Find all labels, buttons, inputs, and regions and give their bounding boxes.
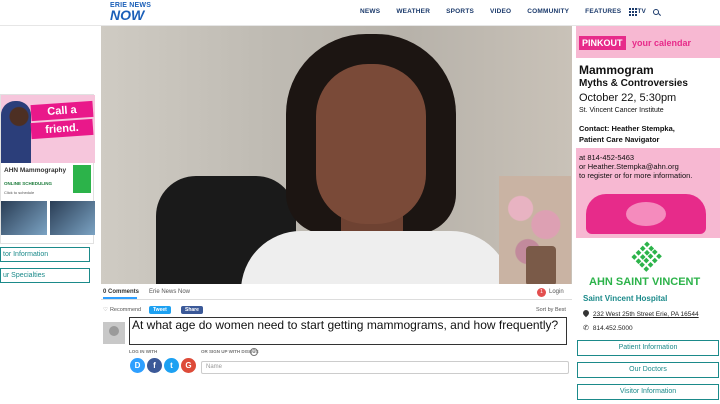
- register-phone: at 814-452-5463: [579, 153, 635, 162]
- ad-small-text: Click to schedule: [4, 190, 35, 195]
- avatar: [103, 322, 125, 344]
- twitter-login-icon[interactable]: t: [164, 358, 179, 373]
- left-specialties-button[interactable]: ur Specialties: [0, 268, 90, 283]
- site-header: ERIE NEWS NOW NEWS WEATHER SPORTS VIDEO …: [0, 0, 720, 26]
- pinkout-label: PINKOUT: [579, 36, 626, 50]
- map-pin-icon: [581, 308, 591, 318]
- hospital-address[interactable]: 232 West 25th Street Erie, PA 16544: [581, 308, 699, 318]
- speaker-coat: [241, 231, 511, 284]
- left-mammography-ad[interactable]: Call a friend. AHN Mammography ONLINE SC…: [0, 94, 95, 244]
- comment-input[interactable]: At what age do women need to start getti…: [129, 317, 567, 345]
- video-player[interactable]: [101, 26, 572, 284]
- share-button[interactable]: Share: [181, 306, 203, 314]
- hospital-brand: AHN SAINT VINCENT: [589, 276, 701, 288]
- comments-section: 0 Comments Erie News Now 1 Login ♡ Recomm…: [101, 286, 572, 404]
- sort-dropdown[interactable]: Sort by Best: [536, 307, 566, 313]
- hospital-phone[interactable]: ✆ 814.452.5000: [583, 324, 633, 332]
- hospital-name: Saint Vincent Hospital: [583, 294, 668, 303]
- ad-title: Mammogram: [579, 63, 654, 77]
- nav-sports[interactable]: SPORTS: [446, 8, 474, 15]
- ad-green-block: [73, 165, 91, 193]
- ahn-logo-icon: [631, 241, 662, 272]
- site-logo[interactable]: ERIE NEWS NOW: [110, 2, 151, 22]
- register-email: or Heather.Stempka@ahn.org: [579, 162, 679, 171]
- ad-scheduling: ONLINE SCHEDULING: [4, 181, 53, 186]
- nav-features[interactable]: FEATURES: [585, 8, 621, 15]
- ad-phone-images: [1, 201, 95, 235]
- comments-site-name[interactable]: Erie News Now: [149, 289, 190, 295]
- login-link[interactable]: Login: [549, 289, 564, 295]
- register-note: to register or for more information.: [579, 171, 693, 180]
- telephone-image: [586, 194, 706, 234]
- notification-badge[interactable]: 1: [537, 288, 546, 297]
- event-register-info: at 814-452-5463 or Heather.Stempka@ahn.o…: [579, 153, 692, 180]
- heart-icon: ♡: [103, 307, 108, 313]
- log-in-with-label: LOG IN WITH: [129, 349, 158, 354]
- nav-tv[interactable]: TV: [637, 8, 646, 15]
- google-login-icon[interactable]: G: [181, 358, 196, 373]
- ad-person-image: [1, 101, 31, 163]
- recommend-label: Recommend: [109, 307, 142, 313]
- recommend-button[interactable]: ♡ Recommend: [103, 307, 141, 313]
- visitor-information-button[interactable]: Visitor Information: [577, 384, 719, 400]
- address-text: 232 West 25th Street Erie, PA 16544: [593, 311, 699, 318]
- ad-brand: AHN Mammography: [4, 167, 67, 174]
- phone-icon: ✆: [583, 325, 589, 332]
- speaker-face: [316, 64, 426, 224]
- contact-line-1: Contact: Heather Stempka,: [579, 124, 675, 133]
- left-visitor-info-button[interactable]: tor Information: [0, 247, 90, 262]
- search-icon[interactable]: [653, 9, 659, 15]
- nav-community[interactable]: COMMUNITY: [527, 8, 569, 15]
- comment-count[interactable]: 0 Comments: [103, 289, 139, 295]
- logo-main-text: NOW: [110, 7, 145, 23]
- our-doctors-button[interactable]: Our Doctors: [577, 362, 719, 378]
- help-icon[interactable]: ?: [250, 348, 258, 356]
- disqus-login-icon[interactable]: D: [130, 358, 145, 373]
- facebook-login-icon[interactable]: f: [147, 358, 162, 373]
- calendar-label: your calendar: [632, 38, 692, 48]
- nav-video[interactable]: VIDEO: [490, 8, 511, 15]
- patient-information-button[interactable]: Patient Information: [577, 340, 719, 356]
- event-date: October 22, 5:30pm: [579, 92, 677, 104]
- ad-subtitle: Myths & Controversies: [579, 78, 688, 89]
- name-field[interactable]: Name: [201, 361, 569, 374]
- right-event-ad[interactable]: PINKOUT your calendar Mammogram Myths & …: [576, 26, 720, 238]
- nav-weather[interactable]: WEATHER: [396, 8, 430, 15]
- main-nav: NEWS WEATHER SPORTS VIDEO COMMUNITY FEAT…: [360, 8, 662, 15]
- event-location: St. Vincent Cancer Institute: [579, 107, 664, 114]
- nav-news[interactable]: NEWS: [360, 8, 380, 15]
- phone-text: 814.452.5000: [592, 325, 633, 332]
- tweet-button[interactable]: Tweet: [149, 306, 171, 314]
- apps-grid-icon[interactable]: [629, 8, 637, 16]
- event-contact: Contact: Heather Stempka, Patient Care N…: [579, 123, 675, 145]
- contact-line-2: Patient Care Navigator: [579, 135, 660, 144]
